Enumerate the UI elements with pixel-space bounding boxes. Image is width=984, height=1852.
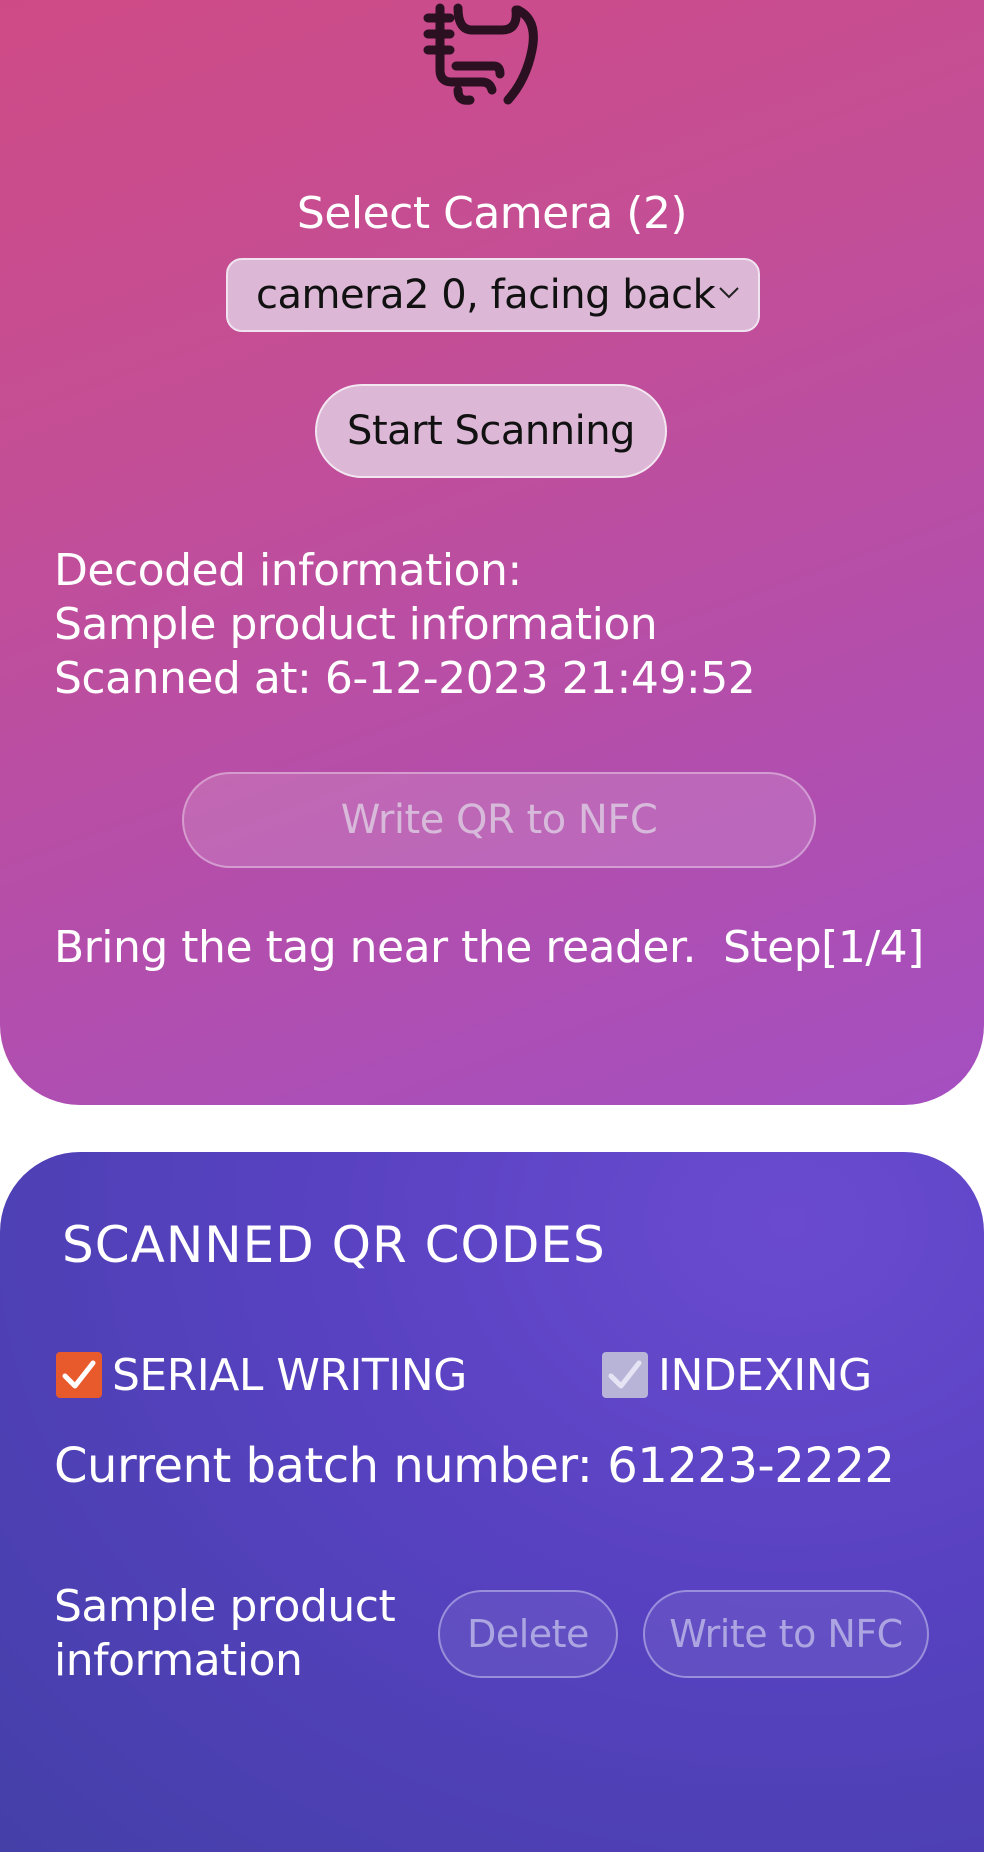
- scanned-item-text: Sample product information: [54, 1581, 396, 1686]
- serial-writing-label: SERIAL WRITING: [112, 1350, 467, 1401]
- hand-pointing-icon: [423, 3, 538, 105]
- delete-button[interactable]: Delete: [438, 1590, 618, 1678]
- decoded-heading: Decoded information:: [54, 545, 522, 596]
- check-icon: [62, 1360, 96, 1389]
- write-qr-to-nfc-button[interactable]: Write QR to NFC: [182, 772, 816, 868]
- start-scanning-button[interactable]: Start Scanning: [315, 384, 667, 478]
- indexing-checkbox[interactable]: [602, 1352, 648, 1398]
- chevron-down-icon: [719, 287, 739, 299]
- camera-select[interactable]: camera2 0, facing back: [226, 258, 760, 332]
- check-icon: [608, 1360, 642, 1389]
- camera-select-value: camera2 0, facing back: [256, 272, 716, 318]
- nfc-status-message: Bring the tag near the reader. Step[1/4]: [54, 922, 924, 973]
- batch-number: Current batch number: 61223-2222: [54, 1438, 895, 1494]
- serial-writing-checkbox[interactable]: [56, 1352, 102, 1398]
- section-title: SCANNED QR CODES: [62, 1216, 606, 1274]
- decoded-value: Sample product information: [54, 599, 658, 650]
- indexing-label: INDEXING: [658, 1350, 872, 1401]
- write-to-nfc-button[interactable]: Write to NFC: [643, 1590, 929, 1678]
- select-camera-label: Select Camera (2): [296, 188, 688, 239]
- scanned-timestamp: Scanned at: 6-12-2023 21:49:52: [54, 653, 756, 704]
- decoded-info: Decoded information: Sample product info…: [54, 544, 756, 706]
